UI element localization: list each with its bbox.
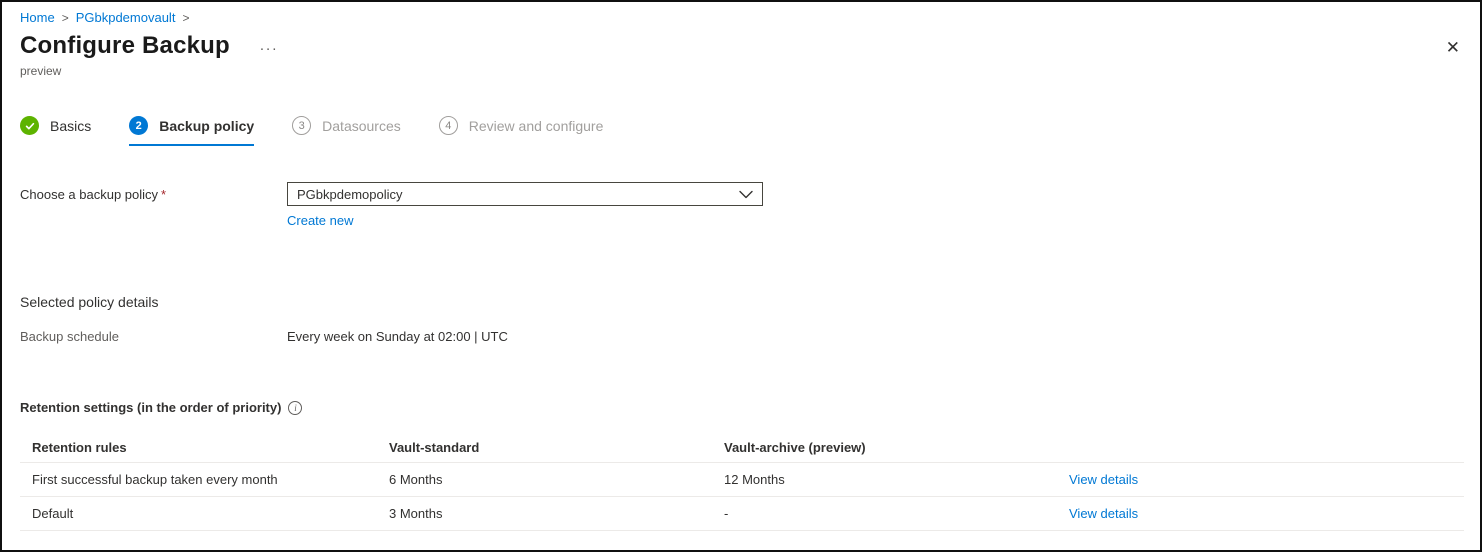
required-marker: * xyxy=(161,187,166,202)
step-number-badge: 2 xyxy=(129,116,148,135)
cell-vault-archive: - xyxy=(712,506,1057,521)
retention-settings-title: Retention settings (in the order of prio… xyxy=(20,400,281,415)
wizard-steps: Basics 2 Backup policy 3 Datasources 4 R… xyxy=(20,116,1480,146)
info-icon[interactable]: i xyxy=(288,401,302,415)
cell-retention-rule: Default xyxy=(20,506,377,521)
tab-review-and-configure[interactable]: 4 Review and configure xyxy=(439,116,604,146)
table-row: First successful backup taken every mont… xyxy=(20,463,1464,497)
backup-schedule-label: Backup schedule xyxy=(20,329,287,344)
tab-label: Datasources xyxy=(322,118,401,134)
configure-backup-pane: Home > PGbkpdemovault > Configure Backup… xyxy=(0,0,1482,552)
cell-retention-rule: First successful backup taken every mont… xyxy=(20,472,377,487)
backup-policy-field: PGbkpdemopolicy Create new xyxy=(287,182,763,228)
breadcrumb: Home > PGbkpdemovault > xyxy=(20,10,1480,25)
tab-label: Basics xyxy=(50,118,91,134)
retention-table: Retention rules Vault-standard Vault-arc… xyxy=(20,432,1464,531)
cell-vault-archive: 12 Months xyxy=(712,472,1057,487)
retention-table-header-row: Retention rules Vault-standard Vault-arc… xyxy=(20,432,1464,463)
preview-label: preview xyxy=(20,64,1480,78)
tab-basics[interactable]: Basics xyxy=(20,116,91,146)
table-row: Default 3 Months - View details xyxy=(20,497,1464,531)
label-text: Choose a backup policy xyxy=(20,187,158,202)
create-new-link[interactable]: Create new xyxy=(287,213,353,228)
column-header-vault-archive: Vault-archive (preview) xyxy=(712,440,1057,455)
chevron-down-icon xyxy=(739,190,753,199)
more-options-button[interactable]: ... xyxy=(260,41,279,51)
check-icon xyxy=(20,116,39,135)
breadcrumb-link-home[interactable]: Home xyxy=(20,10,55,25)
dropdown-selected-value: PGbkpdemopolicy xyxy=(297,187,403,202)
breadcrumb-separator: > xyxy=(182,11,189,25)
tab-label: Backup policy xyxy=(159,118,254,134)
breadcrumb-link-vault[interactable]: PGbkpdemovault xyxy=(76,10,176,25)
step-number-badge: 3 xyxy=(292,116,311,135)
view-details-link[interactable]: View details xyxy=(1069,472,1138,487)
backup-policy-field-row: Choose a backup policy* PGbkpdemopolicy … xyxy=(20,182,1480,228)
selected-policy-details-title: Selected policy details xyxy=(20,294,1480,310)
cell-vault-standard: 3 Months xyxy=(377,506,712,521)
backup-schedule-value: Every week on Sunday at 02:00 | UTC xyxy=(287,329,508,344)
tab-label: Review and configure xyxy=(469,118,604,134)
page-title: Configure Backup xyxy=(20,32,230,60)
cell-vault-standard: 6 Months xyxy=(377,472,712,487)
step-number-badge: 4 xyxy=(439,116,458,135)
view-details-link[interactable]: View details xyxy=(1069,506,1138,521)
title-row: Configure Backup ... xyxy=(20,32,1480,60)
backup-schedule-row: Backup schedule Every week on Sunday at … xyxy=(20,329,1480,344)
backup-policy-label: Choose a backup policy* xyxy=(20,182,287,202)
close-icon[interactable]: ✕ xyxy=(1446,38,1460,58)
retention-settings-header: Retention settings (in the order of prio… xyxy=(20,400,1480,415)
tab-backup-policy[interactable]: 2 Backup policy xyxy=(129,116,254,146)
breadcrumb-separator: > xyxy=(62,11,69,25)
column-header-retention-rules: Retention rules xyxy=(20,440,377,455)
tab-datasources[interactable]: 3 Datasources xyxy=(292,116,401,146)
backup-policy-dropdown[interactable]: PGbkpdemopolicy xyxy=(287,182,763,206)
column-header-vault-standard: Vault-standard xyxy=(377,440,712,455)
